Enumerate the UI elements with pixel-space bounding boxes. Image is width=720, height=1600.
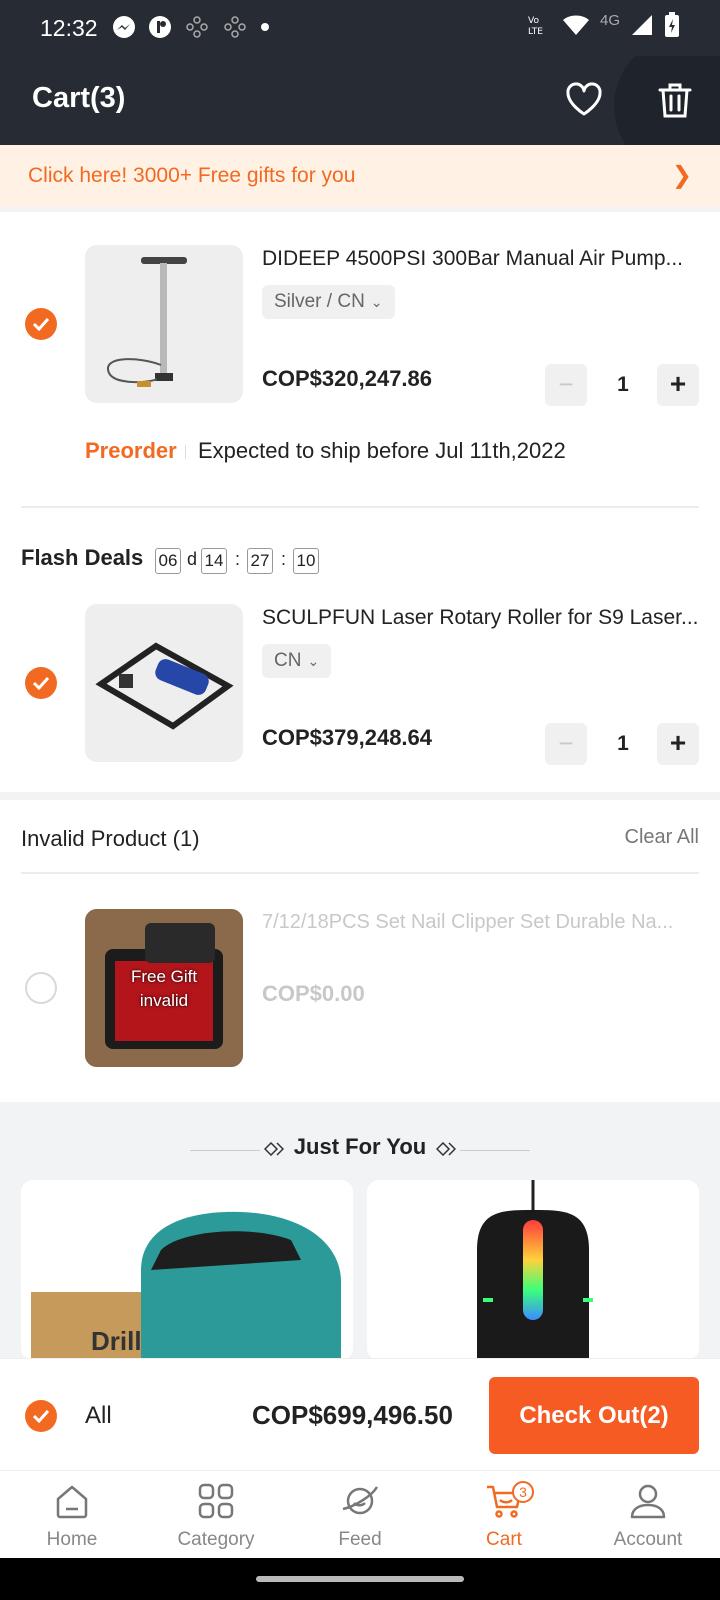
item-checkbox[interactable] — [25, 667, 57, 699]
product-price: COP$379,248.64 — [262, 725, 433, 750]
tab-feed[interactable]: Feed — [288, 1471, 432, 1559]
svg-text:Vo: Vo — [528, 16, 539, 26]
tab-home[interactable]: Home — [0, 1471, 144, 1559]
check-icon — [32, 317, 50, 331]
product-image-nail-clipper[interactable]: Free Gift invalid — [85, 909, 243, 1067]
dot-icon — [261, 23, 269, 31]
countdown-days: 06 — [155, 548, 181, 574]
variant-selector[interactable]: CN ⌄ — [262, 644, 332, 678]
status-bar: 12:32 Vo LTE 4G — [0, 0, 720, 56]
system-icons: Vo LTE 4G — [526, 12, 680, 38]
item-checkbox[interactable] — [25, 308, 57, 340]
account-icon — [630, 1484, 666, 1519]
tab-label: Account — [613, 1529, 683, 1550]
trash-icon[interactable] — [655, 80, 695, 120]
battery-icon — [665, 12, 679, 37]
wifi-icon — [562, 15, 589, 35]
tab-label: Category — [177, 1529, 255, 1550]
quantity-value[interactable]: 1 — [599, 373, 647, 397]
item-checkbox-disabled — [25, 972, 57, 1004]
system-navigation-bar — [0, 1558, 720, 1600]
countdown-minutes: 27 — [247, 548, 273, 574]
game-controller-icon — [224, 16, 246, 38]
preorder-label: Preorder — [85, 438, 177, 463]
tab-cart[interactable]: 3 Cart — [432, 1471, 576, 1559]
divider — [21, 506, 699, 508]
messenger-icon — [113, 16, 135, 38]
product-name[interactable]: SCULPFUN Laser Rotary Roller for S9 Lase… — [262, 606, 700, 630]
select-all-label[interactable]: All — [85, 1402, 112, 1430]
svg-text:Drill: Drill — [91, 1326, 142, 1356]
checkout-bar: All COP$699,496.50 Check Out(2) — [0, 1358, 720, 1470]
variant-value: CN — [274, 650, 302, 671]
flash-deals-title: Flash Deals — [21, 545, 144, 570]
game-controller-icon — [186, 16, 208, 38]
cart-items-card: DIDEEP 4500PSI 300Bar Manual Air Pump...… — [0, 212, 720, 792]
product-name[interactable]: 7/12/18PCS Set Nail Clipper Set Durable … — [262, 911, 700, 934]
category-icon — [198, 1483, 234, 1519]
increase-quantity-button[interactable]: + — [657, 723, 699, 765]
page-title: Cart(3) — [32, 82, 126, 114]
cart-header: Cart(3) — [0, 56, 720, 145]
gift-banner-text: Click here! 3000+ Free gifts for you — [28, 164, 356, 187]
free-gifts-banner[interactable]: Click here! 3000+ Free gifts for you ❯ — [0, 145, 720, 207]
product-price: COP$0.00 — [262, 981, 365, 1006]
home-icon — [56, 1485, 88, 1519]
variant-selector[interactable]: Silver / CN ⌄ — [262, 285, 395, 319]
cart-count-badge: 3 — [512, 1481, 534, 1503]
diamond-ornament-icon — [436, 1142, 456, 1156]
quantity-value[interactable]: 1 — [599, 732, 647, 756]
divider — [185, 445, 186, 459]
signal-icon — [632, 15, 652, 35]
volte-icon: VoLTE — [528, 16, 543, 37]
app-notification-icon — [149, 16, 171, 38]
product-price: COP$320,247.86 — [262, 366, 433, 391]
product-image-rotary-roller[interactable] — [85, 604, 243, 762]
variant-value: Silver / CN — [274, 291, 365, 312]
chevron-down-icon: ⌄ — [370, 294, 383, 310]
select-all-checkbox[interactable] — [25, 1400, 57, 1432]
countdown-separator: : — [281, 549, 287, 569]
recommended-product-jigsaw[interactable]: Drill — [21, 1180, 353, 1360]
invalid-products-card: Invalid Product (1) Clear All Free Gift … — [0, 800, 720, 1102]
feed-icon — [342, 1486, 379, 1515]
ship-date-note: Expected to ship before Jul 11th,2022 — [198, 438, 566, 463]
countdown-seconds: 10 — [293, 548, 319, 574]
decrease-quantity-button[interactable]: − — [545, 723, 587, 765]
home-gesture-handle[interactable] — [256, 1576, 464, 1582]
notification-icons — [112, 14, 270, 40]
just-for-you-title: Just For You — [293, 1134, 427, 1159]
tab-label: Cart — [486, 1529, 522, 1550]
bottom-tab-bar: Home Category Feed 3 Cart Account — [0, 1470, 720, 1558]
clear-all-button[interactable]: Clear All — [625, 826, 699, 849]
wishlist-heart-icon[interactable] — [564, 80, 604, 120]
free-gift-overlay-line1: Free Gift — [130, 967, 198, 986]
product-name[interactable]: DIDEEP 4500PSI 300Bar Manual Air Pump... — [262, 247, 700, 271]
countdown-hours: 14 — [201, 548, 227, 574]
divider — [21, 872, 699, 874]
check-icon — [32, 1409, 50, 1423]
network-type: 4G — [599, 11, 620, 29]
tab-account[interactable]: Account — [576, 1471, 720, 1559]
product-image-air-pump[interactable] — [85, 245, 243, 403]
tab-label: Home — [46, 1529, 98, 1550]
checkout-button[interactable]: Check Out(2) — [489, 1377, 699, 1454]
decrease-quantity-button[interactable]: − — [545, 364, 587, 406]
cart-total: COP$699,496.50 — [252, 1400, 453, 1430]
tab-category[interactable]: Category — [144, 1471, 288, 1559]
chevron-down-icon: ⌄ — [307, 653, 320, 669]
free-gift-overlay-line2: invalid — [139, 991, 189, 1010]
tab-label: Feed — [338, 1529, 382, 1550]
status-time: 12:32 — [40, 15, 98, 41]
countdown-separator: : — [235, 549, 241, 569]
quantity-stepper: − 1 + — [545, 723, 701, 765]
chevron-right-icon: ❯ — [671, 162, 692, 189]
check-icon — [32, 676, 50, 690]
increase-quantity-button[interactable]: + — [657, 364, 699, 406]
recommended-product-gaming-mouse[interactable] — [367, 1180, 699, 1360]
quantity-stepper: − 1 + — [545, 364, 701, 406]
svg-text:LTE: LTE — [528, 27, 543, 37]
countdown-day-label: d — [187, 549, 198, 569]
invalid-products-title: Invalid Product (1) — [21, 826, 200, 851]
